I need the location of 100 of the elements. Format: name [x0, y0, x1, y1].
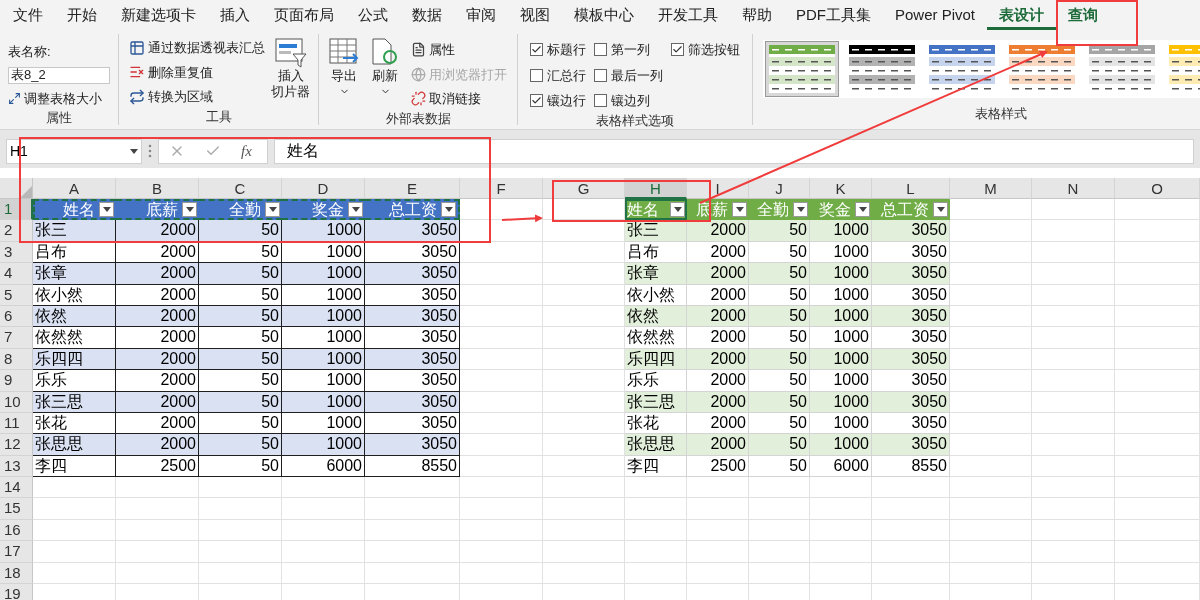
style-option-checkbox[interactable]: 标题行 [530, 40, 586, 60]
checkbox[interactable] [594, 68, 607, 82]
export-button[interactable]: 导出 [329, 38, 359, 109]
filter-button[interactable] [855, 202, 870, 218]
filter-button[interactable] [793, 202, 808, 218]
menu-tab[interactable]: 视图 [508, 0, 562, 30]
style-option-checkbox[interactable]: 镶边行 [530, 91, 586, 111]
table-cell: 2000 [116, 284, 199, 306]
filter-button[interactable] [732, 202, 747, 218]
row-header[interactable]: 13 [0, 455, 33, 478]
row-header[interactable]: 14 [0, 477, 33, 499]
menu-tab[interactable]: 帮助 [730, 0, 784, 30]
row-header[interactable]: 18 [0, 562, 33, 585]
menu-tab[interactable]: 数据 [400, 0, 454, 30]
row-header[interactable]: 2 [0, 220, 33, 242]
external-data-button[interactable]: 属性 [411, 40, 507, 60]
filter-button[interactable] [933, 202, 948, 218]
row-header[interactable]: 7 [0, 327, 33, 349]
menu-tab[interactable]: 审阅 [454, 0, 508, 30]
row-header[interactable]: 16 [0, 519, 33, 542]
table-cell: 3050 [872, 370, 950, 392]
checkbox[interactable] [594, 43, 607, 57]
checkbox[interactable] [530, 43, 543, 57]
table-cell: 2000 [687, 412, 749, 435]
menu-tab[interactable]: 公式 [346, 0, 400, 30]
menu-tab[interactable]: 插入 [208, 0, 262, 30]
row-header[interactable]: 15 [0, 498, 33, 520]
menu-tab[interactable]: PDF工具集 [784, 0, 883, 30]
table-cell: 50 [749, 370, 810, 392]
formula-field[interactable]: 姓名 [274, 138, 1194, 164]
insert-slicer-button[interactable]: 插入 切片器 [271, 38, 310, 107]
table-cell: 3050 [365, 284, 460, 306]
table-cell: 6000 [810, 455, 872, 478]
row-header[interactable]: 5 [0, 284, 33, 306]
table-cell: 2000 [687, 305, 749, 328]
row-header[interactable]: 1 [0, 199, 33, 221]
filter-button[interactable] [670, 202, 685, 218]
tool-button[interactable]: 删除重复值 [129, 62, 265, 82]
style-option-checkbox[interactable]: 汇总行 [530, 65, 586, 85]
checkbox[interactable] [530, 94, 543, 108]
style-option-checkbox[interactable]: 最后一列 [594, 65, 663, 85]
table-cell: 2000 [116, 370, 199, 392]
row-header[interactable]: 4 [0, 263, 33, 285]
tool-button[interactable]: 通过数据透视表汇总 [129, 38, 265, 58]
table-cell: 2000 [687, 391, 749, 413]
row-header[interactable]: 11 [0, 412, 33, 435]
external-data-button[interactable]: 取消链接 [411, 89, 507, 109]
table-cell: 1000 [282, 284, 365, 306]
grid-cell [625, 498, 687, 520]
table-cell: 50 [199, 370, 282, 392]
style-option-checkbox[interactable]: 筛选按钮 [671, 40, 740, 60]
table-cell: 1000 [282, 412, 365, 435]
group-label: 属性 [45, 109, 73, 127]
menu-tab[interactable]: 页面布局 [262, 0, 346, 30]
table-cell: 50 [199, 305, 282, 328]
grid-cell [625, 541, 687, 563]
menu-tab[interactable]: 查询 [1056, 0, 1111, 30]
column-title: 全勤 [229, 199, 261, 220]
row-header[interactable]: 17 [0, 541, 33, 563]
resize-table-button[interactable]: 调整表格大小 [8, 88, 110, 108]
filter-caret-icon [735, 207, 744, 213]
table-cell: 乐四四 [625, 348, 687, 371]
row-header[interactable]: 6 [0, 305, 33, 328]
table-cell: 3050 [872, 263, 950, 285]
menu-tab[interactable]: 文件 [1, 0, 55, 30]
menu-tab[interactable]: 新建选项卡 [109, 0, 208, 30]
style-option-checkbox[interactable]: 第一列 [594, 40, 663, 60]
row-header[interactable]: 9 [0, 370, 33, 392]
insert-function-button[interactable]: fx [241, 139, 252, 163]
table-cell: 3050 [365, 412, 460, 435]
table-cell: 张章 [33, 263, 116, 285]
menu-tab[interactable]: 开始 [55, 0, 109, 30]
refresh-button[interactable]: 刷新 [371, 38, 399, 109]
row-header[interactable]: 8 [0, 348, 33, 371]
column-header[interactable]: H [625, 178, 687, 199]
style-option-checkbox[interactable]: 镶边列 [594, 91, 663, 111]
table-cell: 2000 [116, 391, 199, 413]
filter-button[interactable] [99, 202, 114, 218]
row-header[interactable]: 19 [0, 584, 33, 600]
filter-button[interactable] [265, 202, 280, 218]
filter-caret-icon [351, 207, 360, 213]
table-cell: 3050 [365, 241, 460, 264]
filter-button[interactable] [348, 202, 363, 218]
menu-tab[interactable]: 开发工具 [646, 0, 730, 30]
table-cell: 2000 [687, 327, 749, 349]
menu-tab[interactable]: 模板中心 [562, 0, 646, 30]
checkbox[interactable] [671, 43, 684, 57]
filter-button[interactable] [441, 202, 456, 218]
table-cell: 张思思 [625, 434, 687, 456]
checkbox[interactable] [530, 68, 543, 82]
table-cell: 张花 [33, 412, 116, 435]
checkbox[interactable] [594, 94, 607, 108]
row-header[interactable]: 12 [0, 434, 33, 456]
table-cell: 1000 [810, 370, 872, 392]
table-name-field[interactable]: 表8_2 [8, 66, 110, 84]
row-header[interactable]: 10 [0, 391, 33, 413]
menu-tab[interactable]: Power Pivot [883, 0, 988, 30]
tool-button[interactable]: 转换为区域 [129, 87, 265, 107]
filter-button[interactable] [182, 202, 197, 218]
row-header[interactable]: 3 [0, 241, 33, 264]
